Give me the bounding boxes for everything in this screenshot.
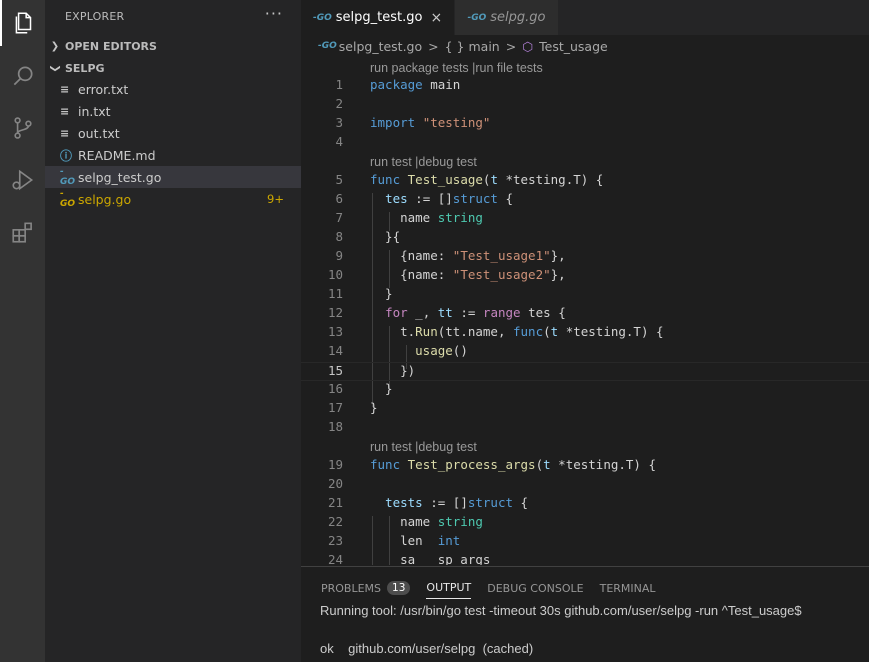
editor-tab-bar: -GO selpg_test.go × -GO selpg.go [301, 0, 869, 35]
breadcrumb: -GO selpg_test.go > { } main > ⬡ Test_us… [301, 35, 869, 57]
go-file-icon: -GO [60, 189, 76, 209]
open-editors-label: OPEN EDITORS [65, 39, 157, 53]
file-item-out-txt[interactable]: ≡ out.txt [45, 122, 301, 144]
source-control-icon[interactable] [0, 105, 45, 151]
code-line: 12 for _, tt := range tes { [327, 305, 566, 320]
file-name: selpg_test.go [78, 169, 162, 185]
code-line: 23 len int [327, 533, 461, 548]
file-name: README.md [78, 147, 156, 163]
code-line: 8 }{ [335, 229, 401, 244]
tab-label: TERMINAL [599, 581, 656, 595]
more-actions-icon[interactable]: ··· [265, 4, 283, 23]
file-name: out.txt [78, 125, 120, 141]
code-line: 5 func Test_usage(t *testing.T) { [335, 172, 604, 187]
tab-label: selpg_test.go [335, 10, 423, 25]
problems-badge: 9+ [267, 192, 284, 206]
file-name: error.txt [78, 81, 129, 97]
code-editor[interactable]: run package tests |run file tests 1 packa… [301, 57, 869, 565]
method-cube-icon: ⬡ [522, 38, 534, 54]
breadcrumb-separator: > [505, 38, 517, 54]
chevron-down-icon: ❯ [49, 63, 61, 73]
breadcrumb-file[interactable]: selpg_test.go [339, 39, 422, 54]
folder-label: SELPG [65, 61, 105, 75]
tab-label: PROBLEMS [321, 581, 382, 595]
close-icon[interactable]: × [430, 10, 444, 26]
tab-output[interactable]: OUTPUT [426, 577, 472, 599]
codelens-test-process-args[interactable]: run test |debug test [370, 440, 477, 456]
text-file-icon: ≡ [60, 82, 70, 96]
explorer-sidebar: EXPLORER ··· ❯ OPEN EDITORS ❯ SELPG ≡ er… [45, 0, 301, 662]
tab-terminal[interactable]: TERMINAL [600, 577, 656, 599]
explorer-icon[interactable] [0, 0, 45, 46]
sidebar-title: EXPLORER [65, 10, 125, 23]
code-line: 3 import "testing" [335, 115, 491, 130]
output-line: Running tool: /usr/bin/go test -timeout … [320, 603, 802, 618]
code-line: 17} [327, 400, 378, 415]
code-line: 9 {name: "Test_usage1"}, [335, 248, 566, 263]
run-debug-icon[interactable] [0, 157, 45, 203]
code-line: 13 t.Run(tt.name, func(t *testing.T) { [327, 324, 664, 339]
codelens-test-usage[interactable]: run test |debug test [370, 155, 477, 171]
go-file-icon: -GO [318, 41, 337, 51]
go-file-icon: -GO [467, 12, 487, 23]
code-line: 10 {name: "Test_usage2"}, [327, 267, 566, 282]
chevron-right-icon: ❯ [50, 40, 60, 52]
tab-problems[interactable]: PROBLEMS 13 [321, 577, 411, 599]
code-line: 22 name string [327, 514, 483, 529]
code-line: 1 package main [335, 77, 461, 92]
code-line: 7 name string [335, 210, 483, 225]
file-item-selpg-test-go[interactable]: -GO selpg_test.go [45, 166, 301, 188]
codelens-package-tests[interactable]: run package tests |run file tests [370, 61, 543, 77]
tab-selpg-test-go[interactable]: -GO selpg_test.go × [301, 0, 456, 35]
extensions-icon[interactable] [0, 209, 45, 255]
breadcrumb-separator: > [428, 38, 439, 54]
code-line: 20 [327, 476, 343, 491]
output-line: ok github.com/user/selpg (cached) [320, 641, 534, 656]
file-item-in-txt[interactable]: ≡ in.txt [45, 100, 301, 122]
tab-label: DEBUG CONSOLE [487, 581, 584, 595]
text-file-icon: ≡ [60, 126, 70, 140]
file-name: selpg.go [78, 191, 132, 207]
go-file-icon: -GO [60, 167, 76, 187]
file-item-readme[interactable]: ⓘ README.md [45, 144, 301, 166]
info-icon: ⓘ [60, 148, 73, 163]
problems-count-badge: 13 [387, 581, 411, 595]
code-line: 21 tests := []struct { [327, 495, 529, 510]
go-file-icon: -GO [313, 12, 332, 23]
search-icon[interactable] [0, 53, 45, 99]
tab-debug-console[interactable]: DEBUG CONSOLE [487, 577, 583, 599]
code-line: 14 usage() [327, 343, 468, 358]
text-file-icon: ≡ [60, 104, 70, 118]
tab-label: OUTPUT [426, 581, 472, 594]
code-line: 6 tes := []struct { [335, 191, 514, 206]
activity-bar [0, 0, 45, 662]
file-item-selpg-go[interactable]: -GO selpg.go 9+ [45, 188, 301, 210]
file-item-error-txt[interactable]: ≡ error.txt [45, 78, 301, 100]
file-name: in.txt [78, 103, 111, 119]
code-line: 18 [327, 419, 343, 434]
panel-tabs: PROBLEMS 13 OUTPUT DEBUG CONSOLE TERMINA… [321, 577, 672, 599]
breadcrumb-package[interactable]: { } main [445, 39, 500, 54]
tab-label: selpg.go [490, 10, 546, 25]
code-line: 16 } [327, 381, 393, 396]
code-line: 19 func Test_process_args(t *testing.T) { [327, 457, 656, 472]
code-line: 2 [335, 96, 343, 111]
code-line: 24 sa sp_args [327, 552, 491, 565]
tab-selpg-go[interactable]: -GO selpg.go [455, 0, 560, 35]
bottom-panel: PROBLEMS 13 OUTPUT DEBUG CONSOLE TERMINA… [301, 566, 869, 662]
folder-section-selpg[interactable]: ❯ SELPG [45, 57, 301, 79]
code-line: 11 } [327, 286, 393, 301]
open-editors-section[interactable]: ❯ OPEN EDITORS [45, 35, 301, 57]
code-line-current: 15 }) [301, 362, 869, 381]
breadcrumb-symbol[interactable]: Test_usage [539, 39, 608, 54]
code-line: 4 [335, 134, 343, 149]
